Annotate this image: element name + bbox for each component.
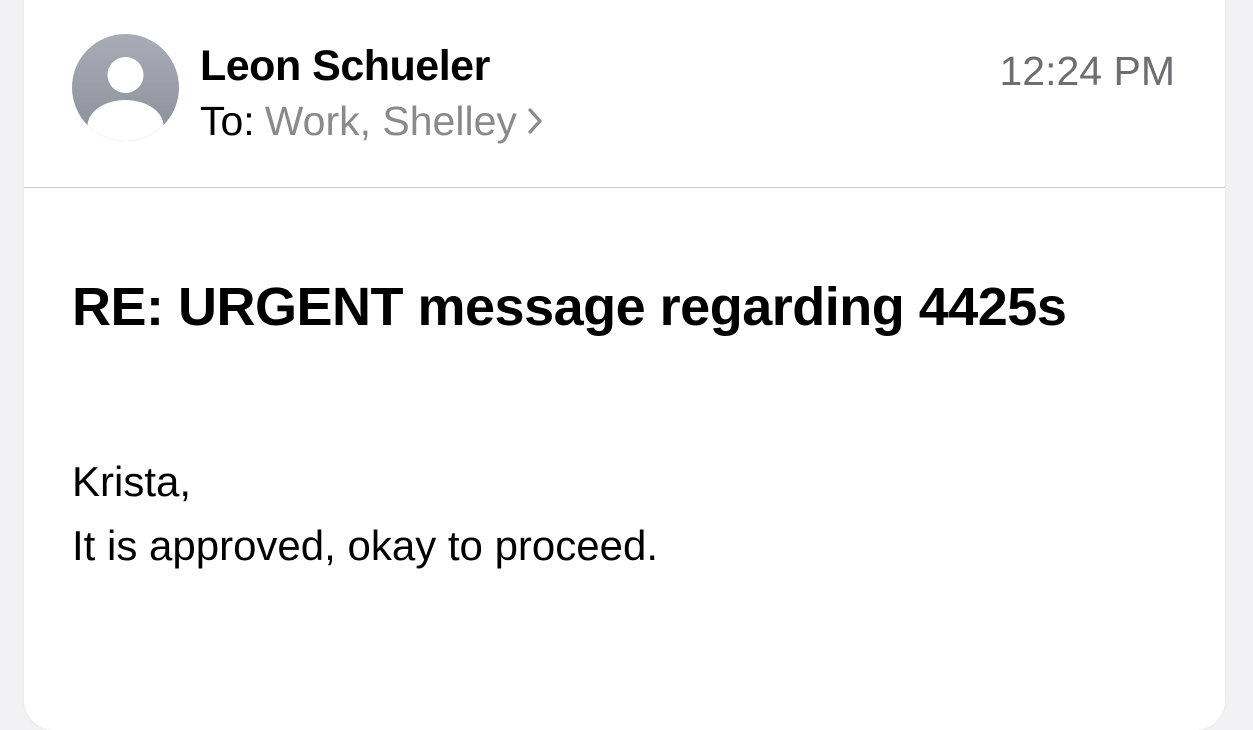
header-divider [24, 187, 1225, 188]
recipients-text: Work, Shelley [264, 98, 517, 144]
message-time: 12:24 PM [999, 48, 1176, 94]
message-greeting: Krista, [72, 458, 192, 505]
message-subject: RE: URGENT message regarding 4425s [72, 277, 1067, 337]
sender-avatar-icon[interactable] [72, 34, 179, 141]
to-label: To: [200, 98, 255, 144]
recipients-link[interactable]: Work, Shelley [265, 98, 543, 145]
sender-name[interactable]: Leon Schueler [200, 42, 490, 91]
chevron-right-icon [527, 98, 543, 145]
message-body-text: It is approved, okay to proceed. [72, 522, 659, 569]
recipients-row[interactable]: To: Work, Shelley [200, 98, 543, 145]
